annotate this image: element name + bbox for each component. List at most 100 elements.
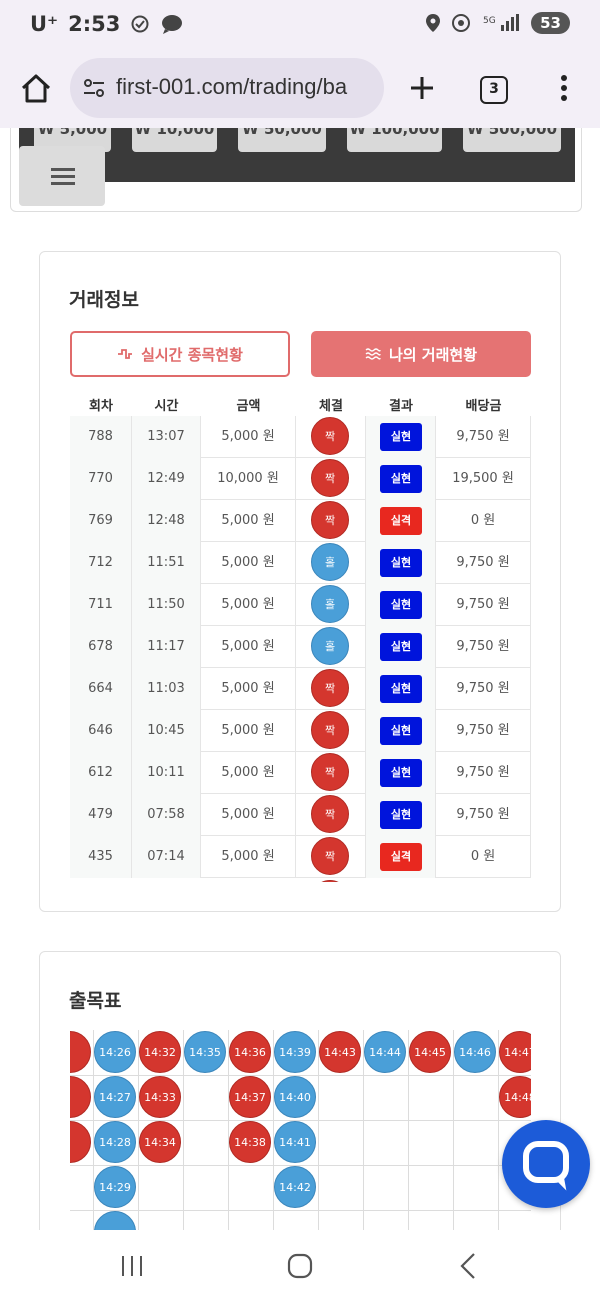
result-marker: 14:42: [274, 1166, 316, 1208]
result-cell: 실현: [366, 794, 436, 836]
pick-cell: 짝: [296, 416, 366, 458]
address-bar[interactable]: first-001.com/trading/ba: [70, 58, 384, 118]
time-cell: 10:11: [132, 752, 201, 794]
table-row: 769 12:48 5,000 원 짝 실격 0 원: [70, 500, 531, 542]
table-row: 612 10:11 5,000 원 짝 실현 9,750 원: [70, 752, 531, 794]
round-cell: 769: [70, 500, 132, 542]
trade-table-header: 회차 시간 금액 체결 결과 배당금: [70, 392, 531, 416]
table-row: 788 13:07 5,000 원 짝 실현 9,750 원: [70, 416, 531, 458]
my-trades-button[interactable]: 나의 거래현황: [311, 331, 531, 377]
pick-cell: 홀: [296, 542, 366, 584]
bet-500000-button[interactable]: ₩ 500,000: [463, 128, 561, 152]
result-marker: 14:29: [94, 1166, 136, 1208]
result-marker: 14:40: [274, 1076, 316, 1118]
pick-circle: 홀: [311, 585, 349, 623]
grid-line: [183, 1030, 184, 1230]
amount-cell: 5,000 원: [201, 752, 296, 794]
pick-cell: 짝: [296, 794, 366, 836]
col-amount: 금액: [236, 399, 261, 414]
pick-circle: 짝: [311, 417, 349, 455]
result-marker: 14:43: [319, 1031, 361, 1073]
result-marker: 14:41: [274, 1121, 316, 1163]
result-marker: 14:47: [499, 1031, 531, 1073]
pick-circle: 짝: [311, 459, 349, 497]
bet-100000-button[interactable]: ₩ 100,000: [347, 128, 442, 152]
result-board-title: 출목표: [69, 990, 122, 1012]
col-payout: 배당금: [465, 399, 502, 414]
result-marker: 14:45: [409, 1031, 451, 1073]
trade-info-card: 거래정보 실시간 종목현황 나의 거래현황 회차 시간 금액 체결 결과 배당금…: [39, 251, 561, 912]
payout-cell: 9,750 원: [436, 794, 531, 836]
result-marker: [70, 1121, 91, 1163]
grid-line: [408, 1030, 409, 1230]
result-marker: 14:36: [229, 1031, 271, 1073]
url-text[interactable]: first-001.com/trading/ba: [116, 74, 347, 100]
grid-line: [498, 1030, 499, 1230]
status-bar: U⁺ 2:53 5G 53: [0, 0, 600, 52]
grid-line: [93, 1030, 94, 1230]
payout-cell: 19,500 원: [436, 458, 531, 500]
payout-cell: 9,750 원: [436, 542, 531, 584]
amount-cell: 5,000 원: [201, 836, 296, 878]
more-vert-icon[interactable]: [552, 70, 576, 106]
result-badge: 실현: [380, 549, 422, 577]
bet-50000-button[interactable]: ₩ 50,000: [238, 128, 326, 152]
home-icon[interactable]: [18, 70, 54, 106]
grid-line: [273, 1030, 274, 1230]
result-marker: 14:46: [454, 1031, 496, 1073]
result-cell: 실현: [366, 752, 436, 794]
system-nav-bar: [0, 1230, 600, 1300]
hamburger-menu-button[interactable]: [19, 146, 105, 206]
time-cell: 11:03: [132, 668, 201, 710]
hamburger-icon: [51, 175, 75, 178]
pick-circle: 짝: [311, 501, 349, 539]
amount-cell: 5,000 원: [201, 710, 296, 752]
result-cell: 실현: [366, 542, 436, 584]
result-cell: 실현: [366, 710, 436, 752]
check-circle-icon: [131, 15, 149, 33]
chat-icon: [523, 1141, 569, 1191]
browser-toolbar: first-001.com/trading/ba 3: [0, 52, 600, 128]
result-badge: 실현: [380, 591, 422, 619]
round-cell: 711: [70, 584, 132, 626]
table-row: 479 07:58 5,000 원 짝 실현 9,750 원: [70, 794, 531, 836]
back-icon[interactable]: [458, 1252, 478, 1280]
result-marker: 14:32: [139, 1031, 181, 1073]
recent-apps-icon[interactable]: [120, 1254, 144, 1278]
result-badge: 실격: [380, 843, 422, 871]
result-cell: 실격: [366, 836, 436, 878]
pick-cell: 짝: [296, 752, 366, 794]
time-cell: 07:14: [132, 836, 201, 878]
realtime-status-button[interactable]: 실시간 종목현황: [70, 331, 290, 377]
col-pick: 체결: [319, 399, 343, 414]
table-row: 646 10:45 5,000 원 짝 실현 9,750 원: [70, 710, 531, 752]
tab-switcher-button[interactable]: 3: [480, 76, 508, 104]
result-marker: 14:34: [139, 1121, 181, 1163]
clock: 2:53: [68, 12, 121, 36]
payout-cell: 0 원: [436, 500, 531, 542]
result-badge: 실현: [380, 759, 422, 787]
result-marker: 14:37: [229, 1076, 271, 1118]
amount-cell: 5,000 원: [201, 542, 296, 584]
table-row: 711 11:50 5,000 원 홀 실현 9,750 원: [70, 584, 531, 626]
payout-cell: 9,750 원: [436, 416, 531, 458]
grid-line: [70, 1210, 531, 1211]
new-tab-icon[interactable]: [404, 70, 440, 106]
home-nav-icon[interactable]: [286, 1252, 314, 1280]
my-trades-label: 나의 거래현황: [388, 345, 478, 364]
bet-10000-button[interactable]: ₩ 10,000: [132, 128, 217, 152]
result-cell: 실현: [366, 584, 436, 626]
round-cell: 646: [70, 710, 132, 752]
grid-line: [453, 1030, 454, 1230]
site-settings-icon[interactable]: [82, 76, 106, 100]
result-board-card: 출목표 14:26 14:27 14:28 14:29 14:32 14:33 14:34 1…: [39, 951, 561, 1271]
time-cell: 11:51: [132, 542, 201, 584]
grid-line: [138, 1030, 139, 1230]
pick-cell: 홀: [296, 584, 366, 626]
chat-button[interactable]: [502, 1120, 590, 1208]
payout-cell: 9,750 원: [436, 584, 531, 626]
round-cell: 712: [70, 542, 132, 584]
round-cell: 664: [70, 668, 132, 710]
result-cell: 실현: [366, 626, 436, 668]
round-cell: 770: [70, 458, 132, 500]
